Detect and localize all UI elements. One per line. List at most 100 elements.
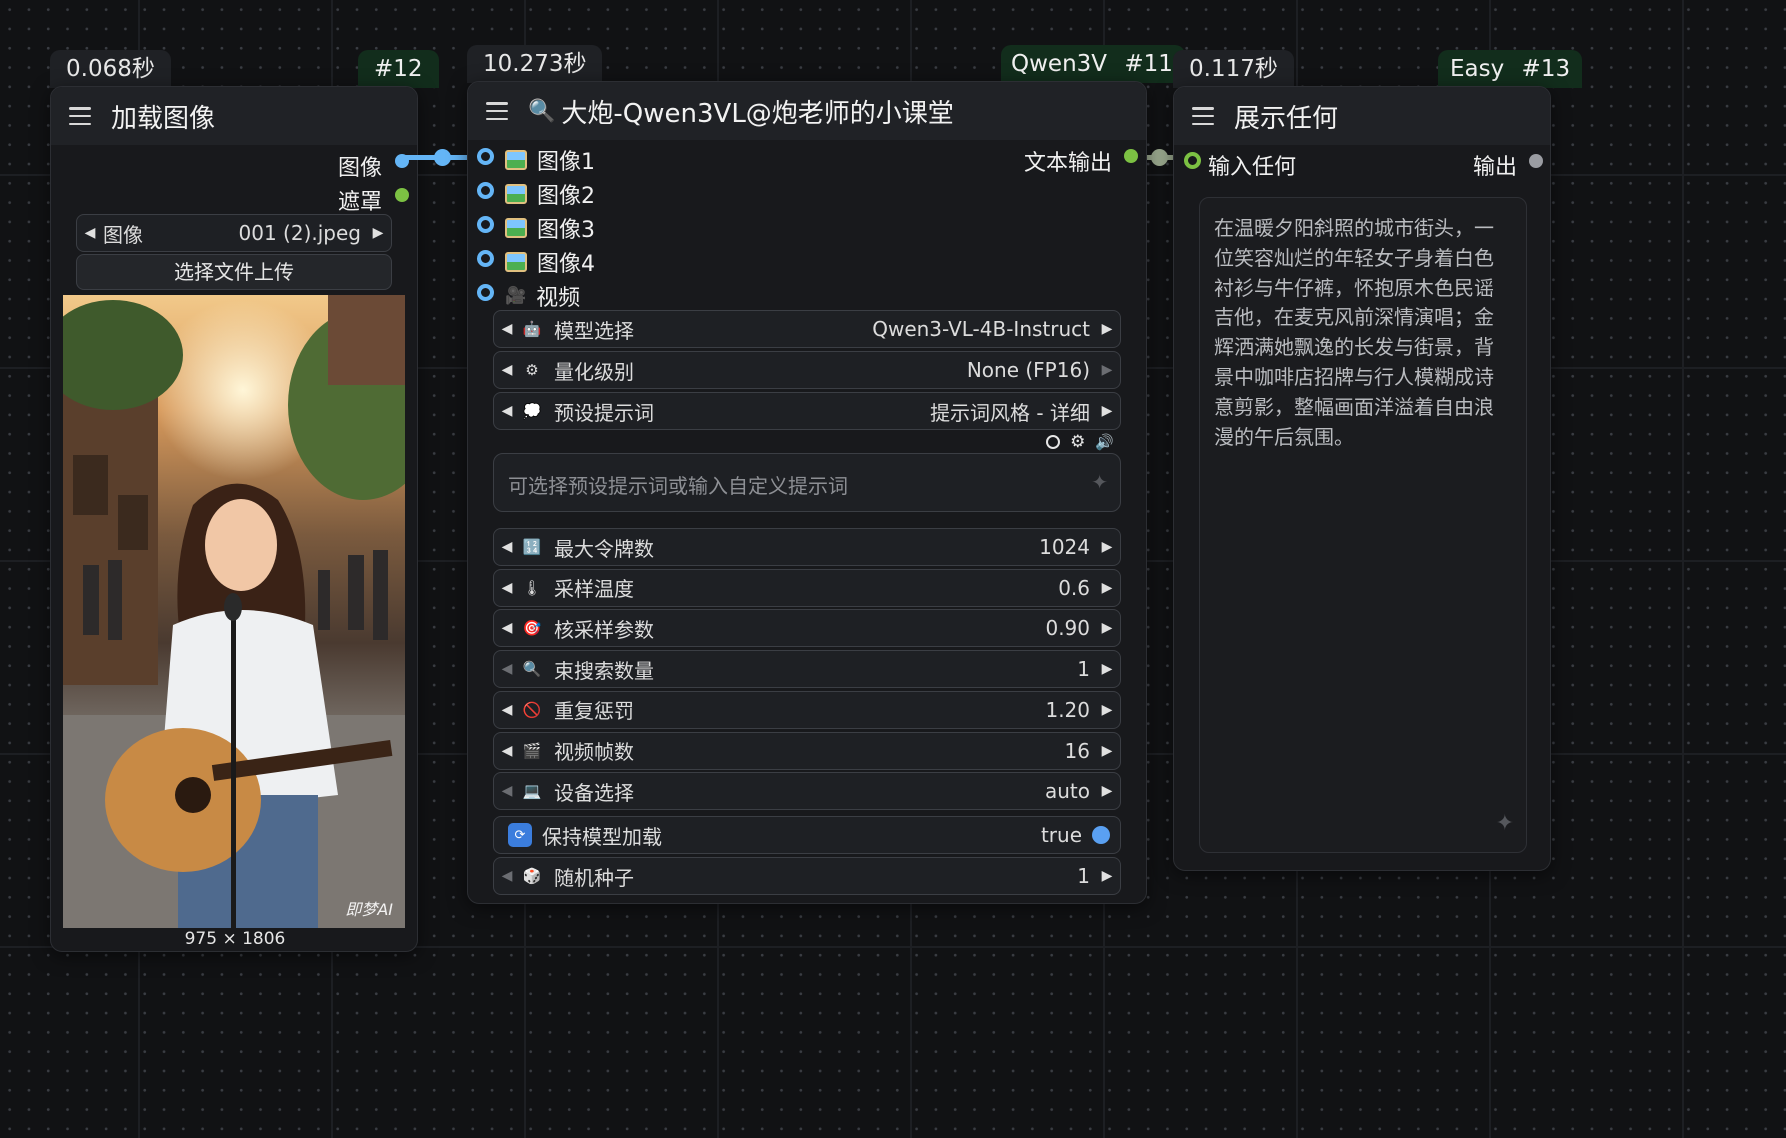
input-socket-any[interactable]	[1184, 152, 1201, 169]
sparkle-icon[interactable]: ✦	[1091, 470, 1108, 494]
next-arrow[interactable]: ▶	[1094, 362, 1120, 378]
widget-label: 核采样参数	[554, 617, 654, 642]
widget-value: 1.20	[1045, 697, 1090, 722]
image-combo-value: 001 (2).jpeg	[238, 221, 361, 245]
menu-icon[interactable]	[486, 102, 508, 120]
next-arrow[interactable]: ▶	[1094, 539, 1120, 555]
widget-magnifier[interactable]: ◀ 🔍 束搜索数量 1 ▶	[493, 650, 1121, 689]
widget-label: 模型选择	[554, 318, 634, 343]
widget-label: 采样温度	[554, 577, 634, 602]
widget-value: 提示词风格 - 详细	[930, 400, 1090, 425]
settings-icon[interactable]: ⚙	[1070, 432, 1085, 452]
prompt-textarea[interactable]: 可选择预设提示词或输入自定义提示词 ✦	[493, 453, 1121, 512]
menu-icon[interactable]	[69, 107, 91, 125]
input-socket-1[interactable]	[477, 148, 494, 165]
next-arrow[interactable]: ▶	[1094, 580, 1120, 596]
widget-target[interactable]: ◀ 🎯 核采样参数 0.90 ▶	[493, 609, 1121, 648]
seed-label-wrap: 🎲 随机种子	[520, 862, 634, 891]
speaker-icon[interactable]: 🔊	[1095, 433, 1114, 451]
display-text: 在温暖夕阳斜照的城市街头，一位笑容灿烂的年轻女子身着白色衬衫与牛仔裤，怀抱原木色…	[1214, 216, 1494, 449]
prev-arrow[interactable]: ◀	[494, 539, 520, 555]
node-load-image[interactable]: 加载图像 图像 遮罩 ◀ 图像 001 (2).jpeg ▶ 选择文件上传 即梦…	[50, 86, 418, 952]
prev-arrow[interactable]: ◀	[494, 403, 520, 419]
output-socket-text[interactable]	[1124, 149, 1138, 163]
widget-thermometer[interactable]: ◀ 🌡 采样温度 0.6 ▶	[493, 568, 1121, 607]
toggle-dot[interactable]	[1092, 826, 1110, 844]
wire-image-midpoint[interactable]	[434, 149, 451, 166]
widget-clapper[interactable]: ◀ 🎬 视频帧数 16 ▶	[493, 731, 1121, 770]
display-text-area[interactable]: 在温暖夕阳斜照的城市街头，一位笑容灿烂的年轻女子身着白色衬衫与牛仔裤，怀抱原木色…	[1199, 197, 1527, 853]
thought-bubble-icon: 💭	[522, 402, 542, 420]
prev-arrow[interactable]: ◀	[494, 620, 520, 636]
node11-header[interactable]: 🔍 大炮-Qwen3VL@炮老师的小课堂	[468, 82, 1146, 140]
node11-id: #11	[1124, 51, 1173, 77]
seed-prev-arrow[interactable]: ◀	[494, 868, 520, 884]
prev-arrow[interactable]: ◀	[494, 783, 520, 799]
input-text: 图像2	[537, 184, 595, 209]
prev-arrow[interactable]: ◀	[494, 321, 520, 337]
widget-prohibited[interactable]: ◀ 🚫 重复惩罚 1.20 ▶	[493, 690, 1121, 729]
input-label-2: 图像2	[505, 178, 595, 210]
node13-id: #13	[1521, 56, 1571, 82]
input-label-3: 图像3	[505, 212, 595, 244]
input-socket-2[interactable]	[477, 182, 494, 199]
seed-next-arrow[interactable]: ▶	[1094, 868, 1120, 884]
node-qwen3vl[interactable]: 🔍 大炮-Qwen3VL@炮老师的小课堂 图像1 图像2 图像3 图像4 🎥 视频 文本输…	[467, 81, 1147, 904]
prev-arrow[interactable]: ◀	[494, 362, 520, 378]
widget-gear[interactable]: ◀ ⚙ 量化级别 None (FP16) ▶	[493, 351, 1121, 389]
widget-label: 量化级别	[554, 359, 634, 384]
prev-arrow[interactable]: ◀	[494, 702, 520, 718]
upload-file-button[interactable]: 选择文件上传	[76, 254, 392, 290]
image-file-combo[interactable]: ◀ 图像 001 (2).jpeg ▶	[76, 214, 392, 252]
mic-stand	[231, 605, 236, 928]
node-show-any[interactable]: 展示任何 输入任何 输出 在温暖夕阳斜照的城市街头，一位笑容灿烂的年轻女子身着白…	[1173, 86, 1551, 871]
next-arrow[interactable]: ▶	[1094, 620, 1120, 636]
combo-prev-arrow[interactable]: ◀	[77, 225, 103, 241]
gear-icon: ⚙	[525, 361, 539, 379]
output-label-text: 文本输出	[1023, 151, 1112, 176]
next-arrow[interactable]: ▶	[1094, 743, 1120, 759]
widget-robot[interactable]: ◀ 🤖 模型选择 Qwen3-VL-4B-Instruct ▶	[493, 310, 1121, 348]
widget-thought-bubble[interactable]: ◀ 💭 预设提示词 提示词风格 - 详细 ▶	[493, 392, 1121, 430]
video-camera-icon: 🎥	[505, 286, 527, 306]
output-socket-mask[interactable]	[395, 188, 409, 202]
seed-widget[interactable]: ◀ 🎲 随机种子 1 ▶	[493, 857, 1121, 895]
image-preview: 即梦AI	[63, 295, 405, 928]
picture-icon	[505, 218, 527, 238]
combo-next-arrow[interactable]: ▶	[365, 225, 391, 241]
widget-laptop[interactable]: ◀ 💻 设备选择 auto ▶	[493, 772, 1121, 811]
prev-arrow[interactable]: ◀	[494, 580, 520, 596]
next-arrow[interactable]: ▶	[1094, 661, 1120, 677]
thermometer-icon: 🌡	[522, 578, 542, 597]
prev-arrow[interactable]: ◀	[494, 743, 520, 759]
prev-arrow[interactable]: ◀	[494, 661, 520, 677]
output-socket-any[interactable]	[1529, 154, 1543, 168]
input-socket-5[interactable]	[477, 284, 494, 301]
input-label-any: 输入任何	[1208, 155, 1297, 180]
widget-label-wrap: 🎯 核采样参数	[520, 614, 654, 643]
widget-label-wrap: 🔢 最大令牌数	[520, 533, 654, 562]
widget-value: auto	[1044, 779, 1090, 804]
input-socket-3[interactable]	[477, 216, 494, 233]
circle-icon[interactable]	[1046, 435, 1061, 449]
menu-icon[interactable]	[1192, 107, 1214, 125]
numbers-icon: 🔢	[522, 538, 542, 556]
input-text: 图像4	[537, 252, 595, 277]
next-arrow[interactable]: ▶	[1094, 702, 1120, 718]
next-arrow[interactable]: ▶	[1094, 321, 1120, 337]
node11-tag: Qwen3V	[1011, 51, 1108, 77]
next-arrow[interactable]: ▶	[1094, 783, 1120, 799]
input-socket-4[interactable]	[477, 250, 494, 267]
node12-header[interactable]: 加载图像	[51, 87, 417, 145]
image-preview-art	[63, 295, 405, 928]
widget-numbers[interactable]: ◀ 🔢 最大令牌数 1024 ▶	[493, 528, 1121, 566]
seed-value: 1	[1077, 864, 1090, 888]
keep-model-loaded-toggle[interactable]: ⟳ 保持模型加载 true	[493, 816, 1121, 854]
widget-value: 0.6	[1058, 575, 1090, 600]
node13-header[interactable]: 展示任何	[1174, 87, 1550, 145]
node11-time-badge: 10.273秒	[467, 45, 603, 83]
sparkle-icon[interactable]: ✦	[1496, 811, 1514, 836]
next-arrow[interactable]: ▶	[1094, 403, 1120, 419]
wire-text-midpoint[interactable]	[1151, 149, 1168, 166]
picture-icon	[505, 252, 527, 272]
